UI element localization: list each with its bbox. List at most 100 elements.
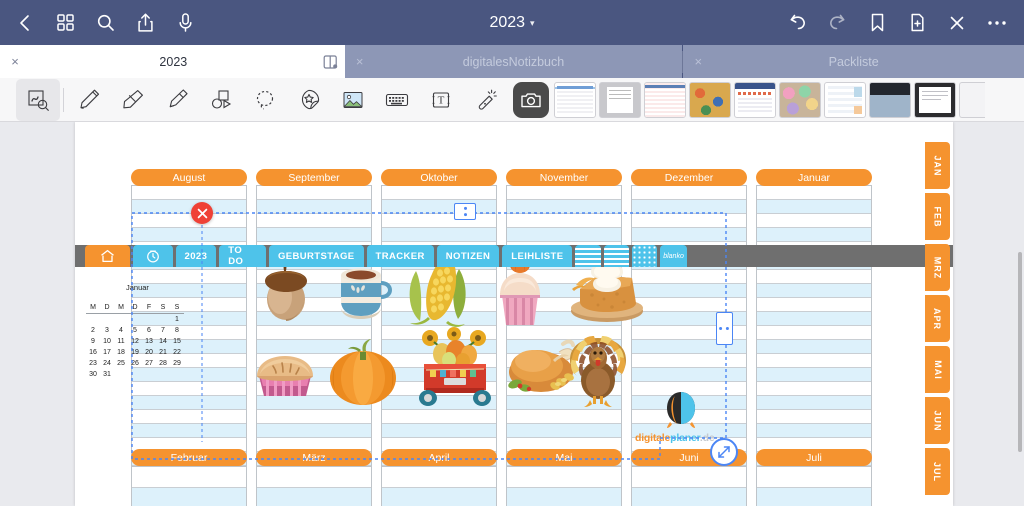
planner-tab-notizen[interactable]: NOTIZEN	[436, 245, 500, 267]
side-tab-jun[interactable]: JUN	[925, 397, 950, 444]
sticker-tool[interactable]	[287, 79, 331, 121]
planner-tab-lined-paper[interactable]	[575, 245, 601, 267]
month-column-juni[interactable]	[631, 466, 747, 506]
doc-tab-packliste[interactable]: × Packliste	[683, 45, 1024, 78]
back-button[interactable]	[8, 6, 42, 40]
thumbnail-item[interactable]	[599, 81, 641, 118]
doc-tab-digitalesnotizbuch[interactable]: × digitalesNotizbuch	[344, 45, 683, 78]
month-column-mai[interactable]	[506, 466, 622, 506]
vertical-scrollbar[interactable]	[1018, 252, 1022, 452]
mini-calendar-week-row: 9 10 11 12 13 14 15	[86, 336, 184, 347]
month-pill-august[interactable]: August	[131, 169, 247, 186]
pen-tool[interactable]	[67, 79, 111, 121]
shapes-tool[interactable]	[199, 79, 243, 121]
selection-handle-top[interactable]	[454, 203, 476, 220]
lasso-resize-icon[interactable]	[710, 438, 738, 466]
day-cell	[128, 314, 142, 326]
month-column-februar[interactable]	[131, 466, 247, 506]
month-pill-juli[interactable]: Juli	[756, 449, 872, 466]
thumbnail-item[interactable]	[689, 81, 731, 118]
side-tab-jan[interactable]: JAN	[925, 142, 950, 189]
grid-view-icon[interactable]	[48, 6, 82, 40]
mini-calendar[interactable]: Januar M D M D F S S 1 2 3 4 5 6 7 8 9 1…	[86, 284, 198, 378]
month-pill-mai[interactable]: Mai	[506, 449, 622, 466]
search-icon[interactable]	[88, 6, 122, 40]
lasso-tool[interactable]	[243, 79, 287, 121]
bookmark-icon[interactable]	[860, 6, 894, 40]
month-column-maerz[interactable]	[256, 466, 372, 506]
thumbnail-item[interactable]	[644, 81, 686, 118]
month-pill-september[interactable]: September	[256, 169, 372, 186]
month-column-juli[interactable]	[756, 466, 872, 506]
planner-tab-tracker[interactable]: TRACKER	[366, 245, 434, 267]
selection-handle-right[interactable]	[716, 312, 733, 345]
planner-tab-home[interactable]	[85, 245, 130, 267]
day-cell: 20	[145, 349, 153, 356]
thumbnail-item[interactable]	[869, 81, 911, 118]
magic-eraser-tool[interactable]	[463, 79, 507, 121]
split-view-icon[interactable]	[317, 54, 345, 70]
turkey-bird-sticker[interactable]	[566, 324, 630, 410]
text-tool[interactable]: T	[419, 79, 463, 121]
month-pill-januar[interactable]: Januar	[756, 169, 872, 186]
image-tool[interactable]	[331, 79, 375, 121]
planner-tab-clock[interactable]	[132, 245, 173, 267]
side-tab-apr[interactable]: APR	[925, 295, 950, 342]
side-tab-mai[interactable]: MAI	[925, 346, 950, 393]
month-pill-februar[interactable]: Februar	[131, 449, 247, 466]
mini-calendar-week-row: 2 3 4 5 6 7 8	[86, 325, 184, 336]
top-navigation-bar: 2023 ▾	[0, 0, 1024, 45]
day-cell: 19	[131, 349, 139, 356]
pumpkin-sticker[interactable]	[327, 332, 399, 408]
add-page-icon[interactable]	[900, 6, 934, 40]
more-options-icon[interactable]	[980, 6, 1014, 40]
month-pill-november[interactable]: November	[506, 169, 622, 186]
side-tab-feb[interactable]: FEB	[925, 193, 950, 240]
highlighter-tool[interactable]	[155, 79, 199, 121]
chevron-down-icon[interactable]: ▾	[530, 18, 535, 29]
planner-tab-geburtstage[interactable]: GEBURTSTAGE	[269, 245, 364, 267]
month-column-april[interactable]	[381, 466, 497, 506]
camera-icon[interactable]	[513, 81, 549, 118]
eraser-tool[interactable]	[111, 79, 155, 121]
thumbnail-item[interactable]	[779, 81, 821, 118]
thumbnail-item[interactable]	[914, 81, 956, 118]
side-tab-mrz[interactable]: MRZ	[925, 244, 950, 291]
day-cell: 2	[91, 327, 95, 334]
doc-tab-close-icon[interactable]: ×	[345, 55, 375, 68]
doc-tab-close-icon[interactable]: ×	[683, 55, 713, 68]
select-zoom-tool[interactable]	[16, 78, 60, 121]
undo-icon[interactable]	[780, 6, 814, 40]
thumbnail-item[interactable]	[959, 81, 985, 118]
day-cell	[100, 314, 114, 326]
document-canvas[interactable]: 2023 TO DO GEBURTSTAGE TRACKER NOTIZEN L…	[0, 122, 1024, 506]
planner-tab-grid-paper[interactable]	[603, 245, 629, 267]
planner-tab-leihliste[interactable]: LEIHLISTE	[502, 245, 573, 267]
thumbnail-item[interactable]	[734, 81, 776, 118]
weekday-label: D	[128, 302, 142, 314]
doc-tab-close-icon[interactable]: ×	[0, 55, 30, 68]
planner-tab-todo[interactable]: TO DO	[219, 245, 266, 267]
day-cell: 9	[91, 338, 95, 345]
thumbnail-item[interactable]	[554, 81, 596, 118]
planner-tab-blanko[interactable]: blanko	[660, 245, 688, 267]
doc-tab-2023[interactable]: × 2023	[0, 45, 345, 78]
berry-pie-sticker[interactable]	[249, 344, 321, 402]
redo-icon[interactable]	[820, 6, 854, 40]
month-pill-oktober[interactable]: Oktober	[381, 169, 497, 186]
harvest-truck-sticker[interactable]	[412, 322, 498, 408]
document-title[interactable]: 2023	[489, 14, 525, 32]
delete-selection-button[interactable]	[191, 202, 213, 224]
doc-tab-label: Packliste	[828, 54, 879, 69]
keyboard-tool[interactable]	[375, 79, 419, 121]
month-pill-dezember[interactable]: Dezember	[631, 169, 747, 186]
month-pill-maerz[interactable]: März	[256, 449, 372, 466]
planner-tab-dotted-paper[interactable]	[631, 245, 658, 267]
month-pill-april[interactable]: April	[381, 449, 497, 466]
close-icon[interactable]	[940, 6, 974, 40]
thumbnail-item[interactable]	[824, 81, 866, 118]
share-icon[interactable]	[128, 6, 162, 40]
planner-tab-2023[interactable]: 2023	[175, 245, 217, 267]
side-tab-jul[interactable]: JUL	[925, 448, 950, 495]
microphone-icon[interactable]	[168, 6, 202, 40]
